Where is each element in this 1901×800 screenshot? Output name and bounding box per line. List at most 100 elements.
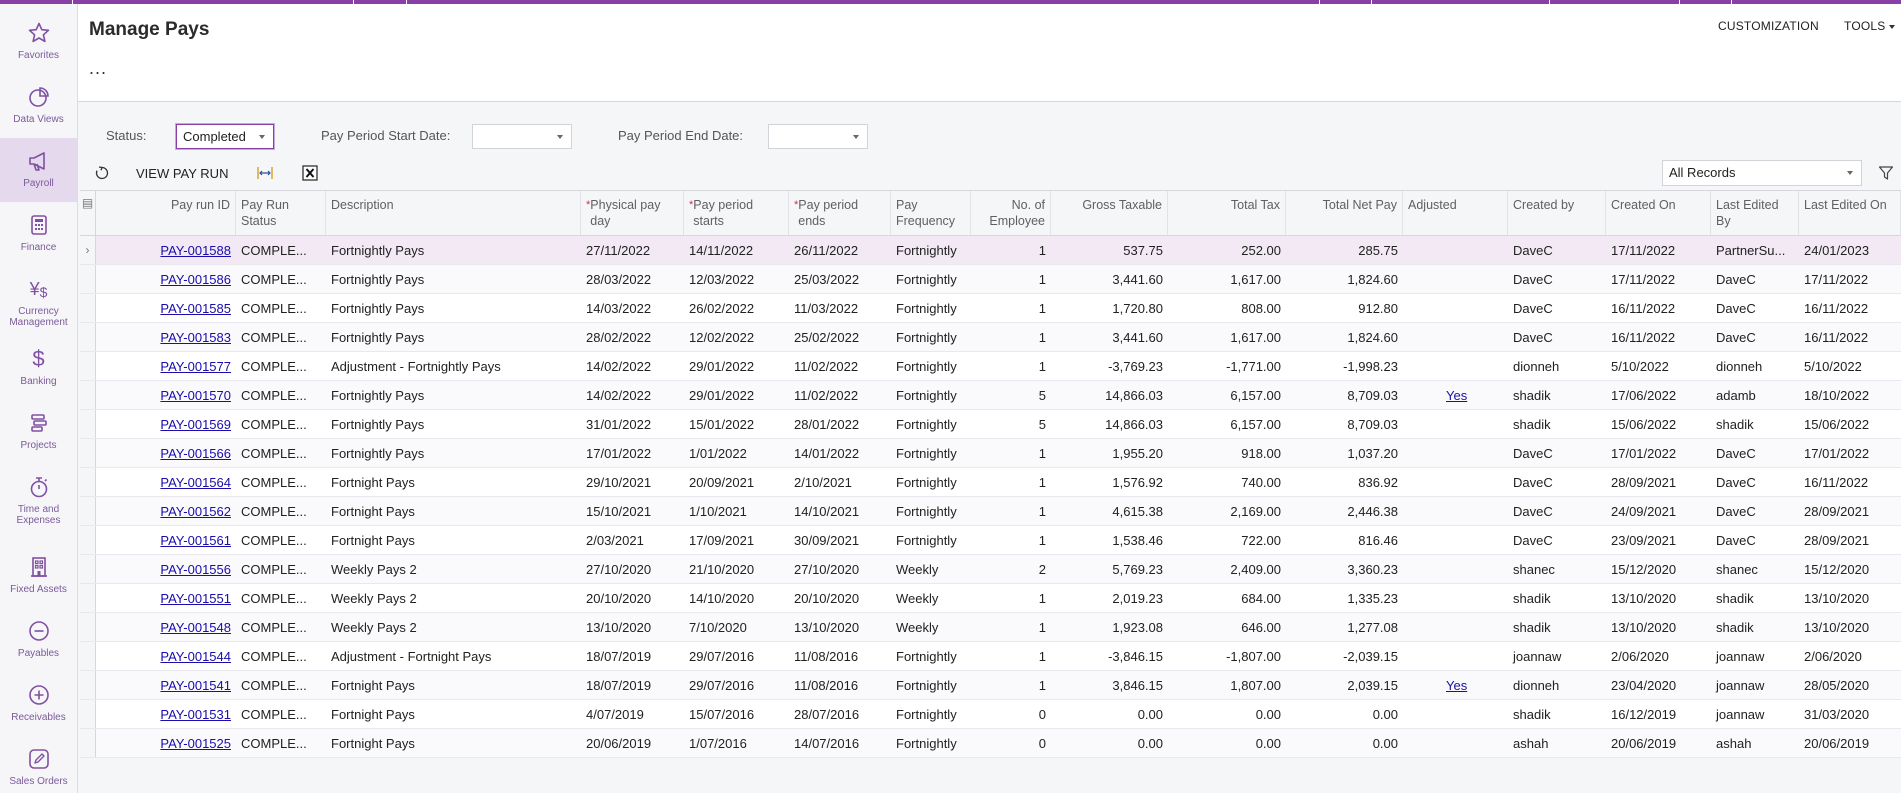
row-selector[interactable] <box>80 584 96 612</box>
table-row[interactable]: PAY-001551 COMPLE... Weekly Pays 2 20/10/20… <box>80 584 1901 613</box>
row-selector[interactable] <box>80 729 96 757</box>
pay-run-id-link[interactable]: PAY-001551 <box>160 591 231 606</box>
pay-run-id-link[interactable]: PAY-001561 <box>160 533 231 548</box>
export-excel-button[interactable] <box>302 165 318 184</box>
cell-id[interactable]: PAY-001548 <box>96 613 236 641</box>
cell-id[interactable]: PAY-001585 <box>96 294 236 322</box>
table-row[interactable]: PAY-001531 COMPLE... Fortnight Pays 4/07/20… <box>80 700 1901 729</box>
sidebar-item-receivables[interactable]: Receivables <box>0 672 77 736</box>
customization-menu[interactable]: CUSTOMIZATION <box>1718 19 1819 33</box>
cell-id[interactable]: PAY-001556 <box>96 555 236 583</box>
row-selector[interactable] <box>80 700 96 728</box>
tools-menu[interactable]: TOOLS <box>1844 19 1896 33</box>
table-row[interactable]: PAY-001570 COMPLE... Fortnightly Pays 14/02… <box>80 381 1901 410</box>
column-header-net[interactable]: Total Net Pay <box>1286 191 1403 235</box>
cell-id[interactable]: PAY-001551 <box>96 584 236 612</box>
row-selector[interactable] <box>80 497 96 525</box>
filter-button[interactable] <box>1878 165 1894 184</box>
row-selector[interactable] <box>80 439 96 467</box>
column-header-eby[interactable]: Last Edited By <box>1711 191 1799 235</box>
table-row[interactable]: PAY-001525 COMPLE... Fortnight Pays 20/06/2… <box>80 729 1901 758</box>
cell-id[interactable]: PAY-001569 <box>96 410 236 438</box>
column-header-end[interactable]: * Pay period ends <box>789 191 891 235</box>
cell-id[interactable]: PAY-001525 <box>96 729 236 757</box>
sidebar-item-projects[interactable]: Projects <box>0 400 77 464</box>
table-row[interactable]: PAY-001583 COMPLE... Fortnightly Pays 28/02… <box>80 323 1901 352</box>
column-header-tax[interactable]: Total Tax <box>1168 191 1286 235</box>
fit-columns-button[interactable] <box>256 165 274 184</box>
sidebar-item-time-and-expenses[interactable]: Time and Expenses <box>0 464 77 528</box>
table-row[interactable]: PAY-001569 COMPLE... Fortnightly Pays 31/01… <box>80 410 1901 439</box>
cell-id[interactable]: PAY-001570 <box>96 381 236 409</box>
cell-adj[interactable]: Yes <box>1403 381 1508 409</box>
cell-id[interactable]: PAY-001541 <box>96 671 236 699</box>
column-header-desc[interactable]: Description <box>326 191 581 235</box>
column-header-emp[interactable]: No. of Employee <box>971 191 1051 235</box>
pay-run-id-link[interactable]: PAY-001556 <box>160 562 231 577</box>
sidebar-item-favorites[interactable]: Favorites <box>0 10 77 74</box>
row-selector[interactable] <box>80 526 96 554</box>
row-selector[interactable] <box>80 410 96 438</box>
column-header-id[interactable]: Pay run ID <box>96 191 236 235</box>
column-header-payday[interactable]: * Physical pay day <box>581 191 684 235</box>
pay-run-id-link[interactable]: PAY-001588 <box>160 243 231 258</box>
adjusted-link[interactable]: Yes <box>1446 388 1467 403</box>
table-row[interactable]: PAY-001544 COMPLE... Adjustment - Fortnigh… <box>80 642 1901 671</box>
column-header-status[interactable]: Pay Run Status <box>236 191 326 235</box>
view-pay-run-button[interactable]: VIEW PAY RUN <box>136 166 228 181</box>
column-settings-icon[interactable]: ▤ <box>80 191 96 235</box>
sidebar-item-banking[interactable]: $ Banking <box>0 336 77 400</box>
cell-id[interactable]: PAY-001561 <box>96 526 236 554</box>
table-row[interactable]: PAY-001562 COMPLE... Fortnight Pays 15/10/2… <box>80 497 1901 526</box>
row-selector[interactable] <box>80 294 96 322</box>
sidebar-item-payables[interactable]: Payables <box>0 608 77 672</box>
column-header-cby[interactable]: Created by <box>1508 191 1606 235</box>
row-selector[interactable] <box>80 468 96 496</box>
cell-id[interactable]: PAY-001588 <box>96 236 236 264</box>
sidebar-item-finance[interactable]: Finance <box>0 202 77 266</box>
pay-run-id-link[interactable]: PAY-001544 <box>160 649 231 664</box>
cell-id[interactable]: PAY-001586 <box>96 265 236 293</box>
table-row[interactable]: PAY-001564 COMPLE... Fortnight Pays 29/10/2… <box>80 468 1901 497</box>
table-row[interactable]: PAY-001556 COMPLE... Weekly Pays 2 27/10/20… <box>80 555 1901 584</box>
row-selector[interactable] <box>80 642 96 670</box>
cell-id[interactable]: PAY-001583 <box>96 323 236 351</box>
table-row[interactable]: PAY-001561 COMPLE... Fortnight Pays 2/03/20… <box>80 526 1901 555</box>
sidebar-item-sales-orders[interactable]: Sales Orders <box>0 736 77 800</box>
table-row[interactable]: PAY-001586 COMPLE... Fortnightly Pays 28/03… <box>80 265 1901 294</box>
table-row[interactable]: PAY-001585 COMPLE... Fortnightly Pays 14/03… <box>80 294 1901 323</box>
pay-run-id-link[interactable]: PAY-001548 <box>160 620 231 635</box>
row-selector[interactable] <box>80 671 96 699</box>
cell-id[interactable]: PAY-001562 <box>96 497 236 525</box>
column-header-freq[interactable]: Pay Frequency <box>891 191 971 235</box>
pay-run-id-link[interactable]: PAY-001566 <box>160 446 231 461</box>
table-row[interactable]: PAY-001548 COMPLE... Weekly Pays 2 13/10/20… <box>80 613 1901 642</box>
pay-run-id-link[interactable]: PAY-001569 <box>160 417 231 432</box>
column-header-eon[interactable]: Last Edited On <box>1799 191 1901 235</box>
row-selector[interactable] <box>80 265 96 293</box>
row-selector[interactable] <box>80 613 96 641</box>
row-selected-chevron-icon[interactable]: › <box>80 236 96 264</box>
cell-id[interactable]: PAY-001531 <box>96 700 236 728</box>
pay-run-id-link[interactable]: PAY-001525 <box>160 736 231 751</box>
pay-run-id-link[interactable]: PAY-001570 <box>160 388 231 403</box>
table-row[interactable]: › PAY-001588 COMPLE... Fortnightly Pays 27/1… <box>80 236 1901 265</box>
sidebar-item-fixed-assets[interactable]: Fixed Assets <box>0 544 77 608</box>
pay-period-end-select[interactable] <box>768 124 868 149</box>
column-header-con[interactable]: Created On <box>1606 191 1711 235</box>
refresh-button[interactable] <box>94 165 110 184</box>
pay-run-id-link[interactable]: PAY-001562 <box>160 504 231 519</box>
table-row[interactable]: PAY-001541 COMPLE... Fortnight Pays 18/07/2… <box>80 671 1901 700</box>
table-row[interactable]: PAY-001566 COMPLE... Fortnightly Pays 17/01… <box>80 439 1901 468</box>
sidebar-item-data-views[interactable]: Data Views <box>0 74 77 138</box>
pay-run-id-link[interactable]: PAY-001583 <box>160 330 231 345</box>
column-header-start[interactable]: * Pay period starts <box>684 191 789 235</box>
pay-run-id-link[interactable]: PAY-001585 <box>160 301 231 316</box>
pay-run-id-link[interactable]: PAY-001577 <box>160 359 231 374</box>
cell-adj[interactable]: Yes <box>1403 671 1508 699</box>
column-header-gross[interactable]: Gross Taxable <box>1051 191 1168 235</box>
status-select[interactable]: Completed <box>176 124 274 149</box>
cell-id[interactable]: PAY-001577 <box>96 352 236 380</box>
row-selector[interactable] <box>80 555 96 583</box>
more-actions-button[interactable]: ... <box>89 58 107 79</box>
